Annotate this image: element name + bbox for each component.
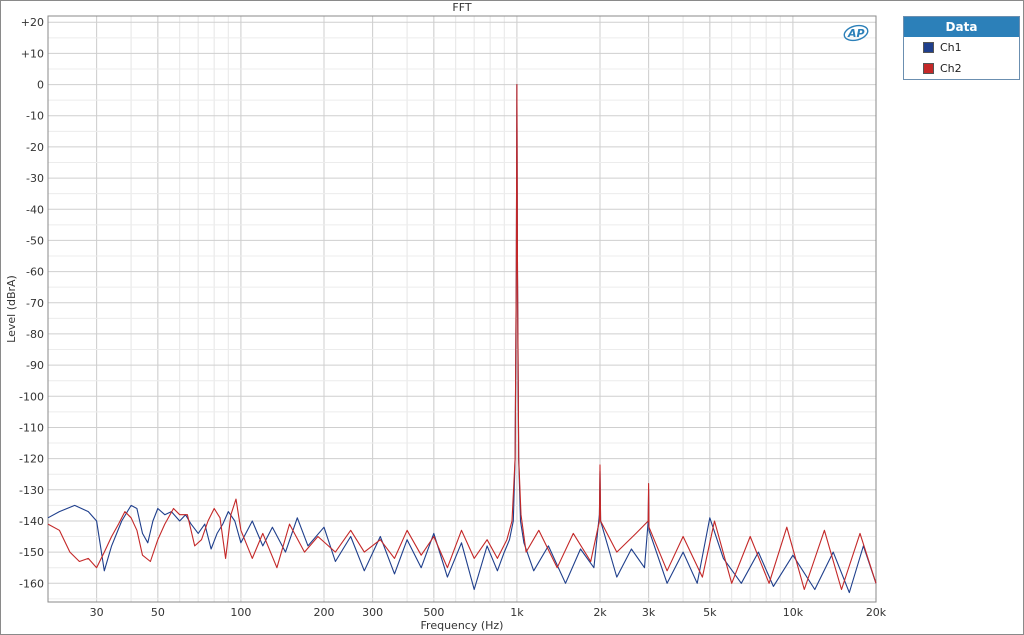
y-tick-label: -50	[26, 234, 44, 247]
y-tick-label: -90	[26, 359, 44, 372]
y-tick-label: -80	[26, 328, 44, 341]
x-axis-ticks: 30 50 100 200 300 500 1k 2k 3k 5k 10k 20k	[90, 606, 887, 619]
legend-item-ch2[interactable]: Ch2	[904, 58, 1019, 79]
svg-text:AP: AP	[847, 27, 865, 40]
y-tick-label: -140	[19, 515, 44, 528]
legend-item-ch1[interactable]: Ch1	[904, 37, 1019, 58]
x-tick-label: 100	[230, 606, 251, 619]
y-tick-label: 0	[37, 79, 44, 92]
legend-header: Data	[904, 17, 1019, 37]
x-axis-label: Frequency (Hz)	[421, 619, 504, 632]
ap-logo-icon: AP	[843, 24, 869, 42]
y-tick-label: -30	[26, 172, 44, 185]
y-tick-label: -100	[19, 390, 44, 403]
legend-label-ch2: Ch2	[940, 62, 962, 75]
x-tick-label: 50	[151, 606, 165, 619]
fft-chart: FFT +20 +10 0 -10 -20 -30 -40 -50 -60 -70 -80 -90 -1…	[5, 1, 887, 632]
x-tick-label: 3k	[642, 606, 656, 619]
series-lines	[47, 84, 877, 594]
x-tick-label: 300	[362, 606, 383, 619]
legend: Data Ch1 Ch2	[903, 16, 1020, 80]
y-tick-label: -110	[19, 421, 44, 434]
x-tick-label: 200	[314, 606, 335, 619]
x-tick-label: 2k	[593, 606, 607, 619]
y-axis-label: Level (dBrA)	[5, 275, 18, 343]
x-tick-label: 20k	[866, 606, 887, 619]
chart-title: FFT	[452, 1, 471, 14]
legend-swatch-ch1	[923, 42, 934, 53]
y-tick-label: -130	[19, 484, 44, 497]
y-tick-label: -20	[26, 141, 44, 154]
y-tick-label: -120	[19, 453, 44, 466]
x-tick-label: 5k	[703, 606, 717, 619]
grid-lines	[47, 16, 877, 602]
legend-label-ch1: Ch1	[940, 41, 962, 54]
y-tick-label: +20	[21, 16, 44, 29]
y-tick-label: -70	[26, 297, 44, 310]
x-tick-label: 10k	[783, 606, 804, 619]
y-tick-label: -150	[19, 546, 44, 559]
series-line-ch2	[47, 84, 877, 591]
y-tick-label: -10	[26, 110, 44, 123]
plot-area	[47, 15, 877, 603]
y-axis-ticks: +20 +10 0 -10 -20 -30 -40 -50 -60 -70 -80 -90 -100 -1…	[19, 16, 44, 590]
x-tick-label: 500	[423, 606, 444, 619]
series-line-ch1	[47, 84, 877, 594]
legend-swatch-ch2	[923, 63, 934, 74]
y-tick-label: -60	[26, 266, 44, 279]
y-tick-label: -160	[19, 577, 44, 590]
y-tick-label: +10	[21, 47, 44, 60]
x-tick-label: 30	[90, 606, 104, 619]
y-tick-label: -40	[26, 203, 44, 216]
x-tick-label: 1k	[510, 606, 524, 619]
